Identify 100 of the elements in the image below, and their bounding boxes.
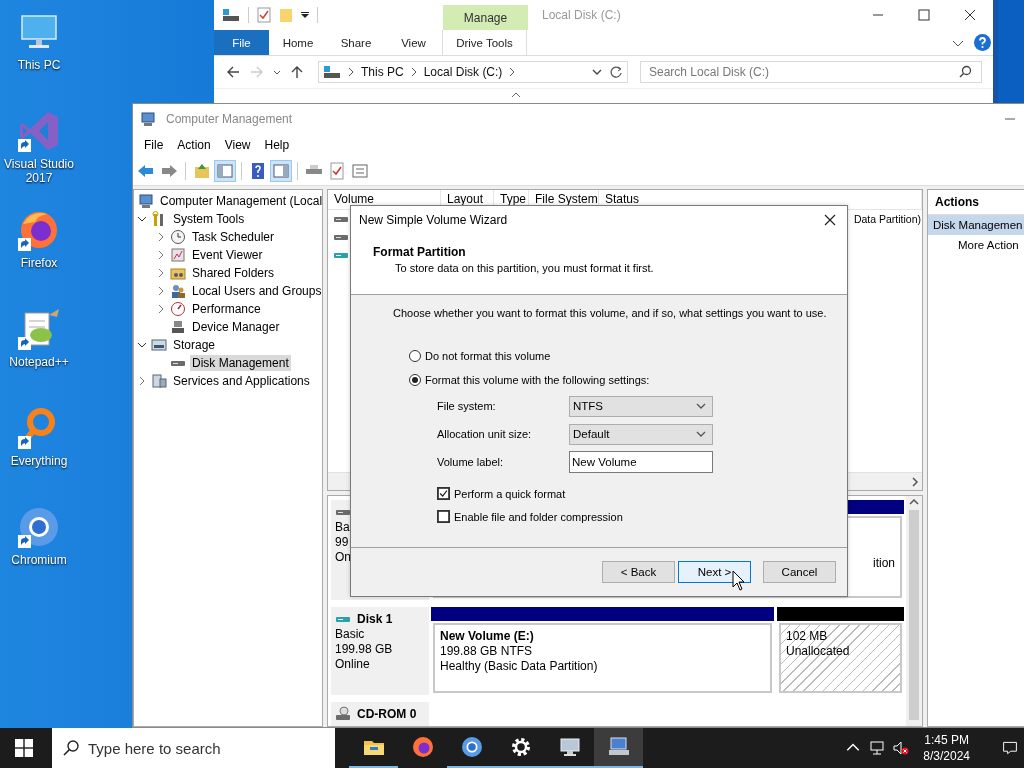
checklist-icon[interactable] xyxy=(327,160,347,181)
menu-item[interactable]: File xyxy=(137,138,171,152)
tree-item[interactable]: Disk Management xyxy=(190,355,291,371)
tree-item[interactable]: Services and Applications xyxy=(171,373,312,389)
windows-start-icon[interactable] xyxy=(15,739,33,757)
disk-info: On xyxy=(335,550,352,565)
caret-icon xyxy=(696,430,706,438)
instruction-text: Choose whether you want to format this volume, and if so, what settings you want to use. xyxy=(392,307,828,319)
action-pane-icon[interactable] xyxy=(271,160,291,181)
checkbox[interactable] xyxy=(437,510,450,523)
disk-name: CD-ROM 0 xyxy=(357,706,417,722)
cd-drive-icon xyxy=(335,706,351,722)
checkbox-label[interactable]: Perform a quick format xyxy=(454,487,566,500)
console-tree-icon[interactable] xyxy=(215,160,235,181)
ribbon-tab[interactable]: Share xyxy=(327,30,385,55)
tree-item[interactable]: Shared Folders xyxy=(190,265,277,281)
collapse-chevron-icon[interactable] xyxy=(156,304,166,314)
partition-box[interactable]: New Volume (E:) 199.88 GB NTFS Healthy (Basic Data Partition) xyxy=(433,623,772,693)
ribbon-tab[interactable]: View xyxy=(385,30,442,55)
menu-item[interactable]: Help xyxy=(257,138,297,152)
chart-icon xyxy=(170,247,186,263)
checkbox[interactable] xyxy=(437,487,450,500)
help-icon[interactable] xyxy=(974,34,991,51)
tree-item[interactable]: Computer Management (Local xyxy=(158,193,322,209)
dialog-title: New Simple Volume Wizard xyxy=(359,213,508,227)
ribbon-tab[interactable]: Home xyxy=(269,30,327,55)
caret-icon xyxy=(696,402,706,410)
action-group-header[interactable]: Disk Managemen xyxy=(928,215,1024,235)
desktop-icon[interactable]: Firefox xyxy=(0,204,78,303)
chevron-right-icon xyxy=(508,67,517,77)
dropdown[interactable]: NTFS xyxy=(569,395,713,417)
fox-globe-icon xyxy=(410,735,435,759)
desktop-icon[interactable]: This PC xyxy=(0,6,78,105)
muted-volume-icon[interactable] xyxy=(893,740,910,756)
desktop-icon[interactable]: Chromium xyxy=(0,501,78,600)
field-label: Volume label: xyxy=(437,456,505,468)
computer-icon xyxy=(138,193,154,209)
dialog-button[interactable]: Next > xyxy=(678,561,751,583)
properties-icon[interactable] xyxy=(257,7,271,23)
tree-item[interactable]: Local Users and Groups xyxy=(190,283,322,299)
collapse-chevron-icon[interactable] xyxy=(156,268,166,278)
tree-item[interactable]: Performance xyxy=(190,301,263,317)
disk-info: 99 xyxy=(335,535,350,550)
clock-time[interactable]: 1:45 PM xyxy=(924,732,969,748)
address-bar[interactable]: This PC Local Disk (C:) xyxy=(318,61,628,83)
tree-item[interactable]: Task Scheduler xyxy=(190,229,277,245)
field-label: Allocation unit size: xyxy=(437,428,533,440)
notification-icon[interactable] xyxy=(1002,740,1018,756)
menu-item[interactable]: View xyxy=(217,138,258,152)
partition-info: Unallocated xyxy=(786,644,851,659)
search-field[interactable]: Search Local Disk (C:) xyxy=(640,61,982,83)
tree-item[interactable]: Storage xyxy=(171,337,218,353)
collapse-chevron-icon[interactable] xyxy=(156,286,166,296)
dialog-button[interactable]: < Back xyxy=(602,561,675,583)
expand-chevron-icon[interactable] xyxy=(137,214,147,224)
desktop-icon[interactable]: Everything xyxy=(0,402,78,501)
collapse-chevron-icon[interactable] xyxy=(156,232,166,242)
search-icon xyxy=(959,65,972,78)
clock-date[interactable]: 8/3/2024 xyxy=(923,748,970,764)
desktop-icon[interactable]: Notepad++ xyxy=(0,303,78,402)
breadcrumb-item[interactable]: Local Disk (C:) xyxy=(423,65,503,79)
partition-info: 102 MB xyxy=(786,629,829,644)
table-cell: Data Partition) xyxy=(853,213,921,225)
collapse-chevron-icon[interactable] xyxy=(156,250,166,260)
checkbox-label[interactable]: Enable file and folder compression xyxy=(454,510,623,523)
refresh-icon[interactable] xyxy=(609,65,623,79)
breadcrumb-item[interactable]: This PC xyxy=(361,65,404,79)
menu-item[interactable]: Action xyxy=(170,138,218,152)
text-field[interactable]: New Volume xyxy=(569,451,713,473)
drive-icon[interactable] xyxy=(222,7,240,23)
tree-item[interactable]: Device Manager xyxy=(190,319,282,335)
tree-item[interactable]: System Tools xyxy=(171,211,247,227)
radio-label[interactable]: Format this volume with the following settings: xyxy=(425,374,650,386)
collapse-chevron-icon[interactable] xyxy=(137,376,147,386)
radio-label[interactable]: Do not format this volume xyxy=(425,350,551,362)
search-field[interactable]: Type here to search xyxy=(52,728,335,768)
ribbon-tab[interactable]: Drive Tools xyxy=(442,30,527,55)
dropdown-caret-icon[interactable] xyxy=(591,67,603,77)
ribbon-tab[interactable]: File xyxy=(214,30,269,55)
close-icon[interactable] xyxy=(823,213,837,227)
gauge-icon xyxy=(170,301,186,317)
computer-icon xyxy=(140,111,156,127)
expand-chevron-icon[interactable] xyxy=(137,340,147,350)
action-item[interactable]: More Action xyxy=(928,235,1024,255)
disk-info: Basic xyxy=(335,627,366,642)
network-icon[interactable] xyxy=(869,740,886,756)
dropdown[interactable]: Default xyxy=(569,423,713,445)
partition-box[interactable]: 102 MB Unallocated xyxy=(779,623,902,693)
field-label: File system: xyxy=(437,400,497,412)
shared-folder-icon xyxy=(170,265,186,281)
taskbar-button[interactable] xyxy=(594,728,643,768)
desktop-icon[interactable]: Visual Studio 2017 xyxy=(0,105,78,204)
partition-info: Healthy (Basic Data Partition) xyxy=(440,659,599,674)
vertical-scrollbar[interactable] xyxy=(906,496,922,726)
radio-button[interactable] xyxy=(409,350,421,362)
tree-item[interactable]: Event Viewer xyxy=(190,247,265,263)
radio-button[interactable] xyxy=(409,374,421,386)
search-icon xyxy=(62,739,80,757)
dropdown-caret-icon[interactable] xyxy=(301,11,309,19)
dialog-button[interactable]: Cancel xyxy=(763,561,836,583)
